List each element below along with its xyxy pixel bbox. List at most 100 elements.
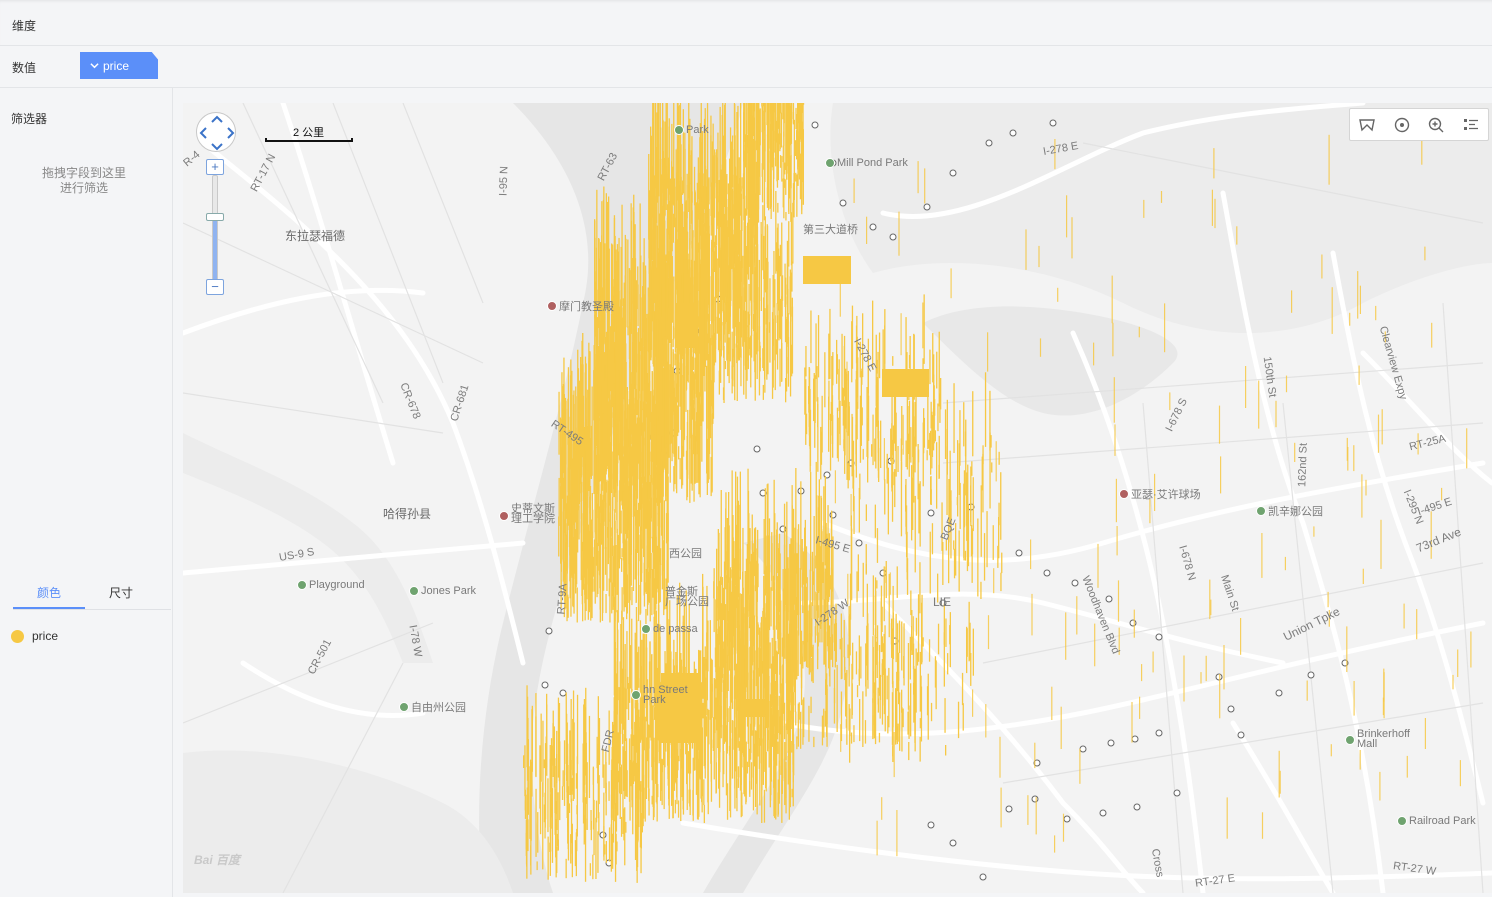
- value-shelf[interactable]: 数值 price: [0, 46, 1492, 88]
- price-bar: [902, 414, 904, 455]
- tab-color[interactable]: 颜色: [13, 578, 85, 609]
- price-bar: [656, 480, 658, 494]
- price-bar: [650, 177, 652, 197]
- poi-kissena-park[interactable]: 凯辛娜公园: [1256, 503, 1323, 519]
- price-bar: [645, 737, 648, 759]
- price-bar: [623, 467, 625, 479]
- price-bar: [749, 603, 751, 641]
- price-bar: [856, 571, 858, 603]
- poi-john-street-park[interactable]: hn Street Park: [631, 685, 688, 706]
- legend-item-price[interactable]: price: [11, 629, 58, 643]
- price-bar: [785, 212, 787, 221]
- poi-liberty-state-park[interactable]: 自由州公园: [399, 699, 466, 715]
- price-bar: [914, 495, 916, 573]
- price-bar: [893, 732, 895, 778]
- poi-stevens-institute[interactable]: 史蒂文斯 理工学院: [499, 504, 555, 525]
- poi-gantry-park[interactable]: 西公园: [669, 545, 702, 561]
- poi-third-ave-bridge[interactable]: 第三大道桥: [803, 221, 858, 237]
- poi-park[interactable]: Park: [674, 124, 709, 136]
- price-bar: [1383, 672, 1385, 719]
- price-bar: [779, 348, 781, 387]
- price-bar: [1261, 812, 1264, 839]
- pan-control[interactable]: [196, 112, 236, 152]
- price-bar: [865, 504, 867, 521]
- poi-mill-pond-park[interactable]: Mill Pond Park: [825, 157, 908, 169]
- price-bar: [737, 200, 739, 263]
- locate-tool-button[interactable]: [1392, 115, 1412, 135]
- price-bar: [626, 631, 628, 710]
- price-bar: [858, 635, 860, 686]
- price-bar: [910, 683, 912, 737]
- price-bar: [1131, 702, 1133, 743]
- price-bar: [724, 361, 727, 370]
- price-bar: [573, 390, 575, 459]
- price-bar: [731, 611, 734, 709]
- dimension-shelf[interactable]: 维度: [0, 0, 1492, 46]
- price-bar: [629, 322, 631, 411]
- price-bar: [786, 501, 788, 567]
- poi-arthur-ashe-stadium[interactable]: 亚瑟·艾许球场: [1119, 486, 1201, 502]
- poi-mormon-temple[interactable]: 摩门教圣殿: [547, 298, 614, 314]
- price-field-pill[interactable]: price: [80, 52, 158, 79]
- price-bar: [637, 792, 639, 843]
- zoom-slider-handle[interactable]: [206, 213, 224, 221]
- poi-playground[interactable]: Playground: [297, 579, 365, 591]
- price-bar: [877, 351, 879, 425]
- price-bar: [936, 351, 938, 389]
- price-bar: [721, 657, 723, 672]
- price-bar: [555, 819, 557, 878]
- poi-de-passa[interactable]: de passa: [641, 623, 698, 635]
- poi-brinkerhoff-mall[interactable]: Brinkerhoff Mall: [1345, 729, 1410, 750]
- price-bar: [645, 445, 647, 529]
- price-bar: [953, 383, 955, 453]
- zoom-in-button[interactable]: +: [206, 159, 224, 175]
- price-bar: [633, 450, 635, 506]
- dimension-shelf-label: 维度: [12, 19, 37, 33]
- price-bar: [607, 480, 609, 565]
- price-bar: [653, 517, 655, 550]
- price-bar: [972, 628, 974, 676]
- poi-railroad-park[interactable]: Railroad Park: [1397, 815, 1476, 827]
- price-bar: [777, 741, 779, 754]
- zoom-tool-button[interactable]: [1426, 115, 1446, 135]
- select-icon: [1359, 118, 1376, 131]
- price-bar: [855, 651, 858, 675]
- price-bar: [776, 522, 778, 574]
- price-bar: [800, 103, 802, 140]
- price-bar: [556, 730, 558, 783]
- price-bar: [756, 744, 758, 758]
- price-bar: [558, 516, 560, 557]
- price-bar: [715, 245, 718, 299]
- poi-pulaski-park[interactable]: 普金斯 广场公园: [665, 587, 709, 608]
- price-bar: [843, 619, 845, 658]
- price-bar: [866, 216, 868, 244]
- price-bar: [627, 481, 629, 508]
- price-bar: [631, 587, 633, 606]
- price-bar: [582, 798, 585, 824]
- price-bar: [742, 587, 744, 655]
- price-bar: [747, 325, 749, 370]
- price-bar: [773, 251, 775, 308]
- price-bar: [795, 711, 797, 726]
- price-bar: [697, 400, 699, 483]
- price-bar: [926, 450, 928, 461]
- select-tool-button[interactable]: [1357, 115, 1377, 135]
- tab-size[interactable]: 尺寸: [85, 578, 157, 609]
- price-bar: [1065, 612, 1067, 660]
- poi-jones-park[interactable]: Jones Park: [409, 585, 476, 597]
- price-bar: [1424, 718, 1426, 749]
- price-bar: [865, 544, 867, 575]
- zoom-out-button[interactable]: −: [206, 279, 224, 295]
- legend-list-button[interactable]: [1461, 115, 1481, 135]
- price-bar: [748, 314, 750, 325]
- price-bar: [1452, 674, 1454, 690]
- price-bar: [817, 404, 819, 472]
- price-bar: [774, 665, 777, 674]
- filter-drop-zone[interactable]: 拖拽字段到这里 进行筛选: [0, 166, 168, 196]
- map-canvas[interactable]: 东拉瑟福德 哈得孙县 RT-17 N RT-63 I-95 N CR-681 C…: [183, 103, 1492, 893]
- price-bar: [945, 539, 947, 551]
- price-bar: [749, 748, 751, 797]
- price-bar: [734, 343, 736, 401]
- price-bar: [1113, 377, 1115, 423]
- price-bar: [763, 789, 766, 823]
